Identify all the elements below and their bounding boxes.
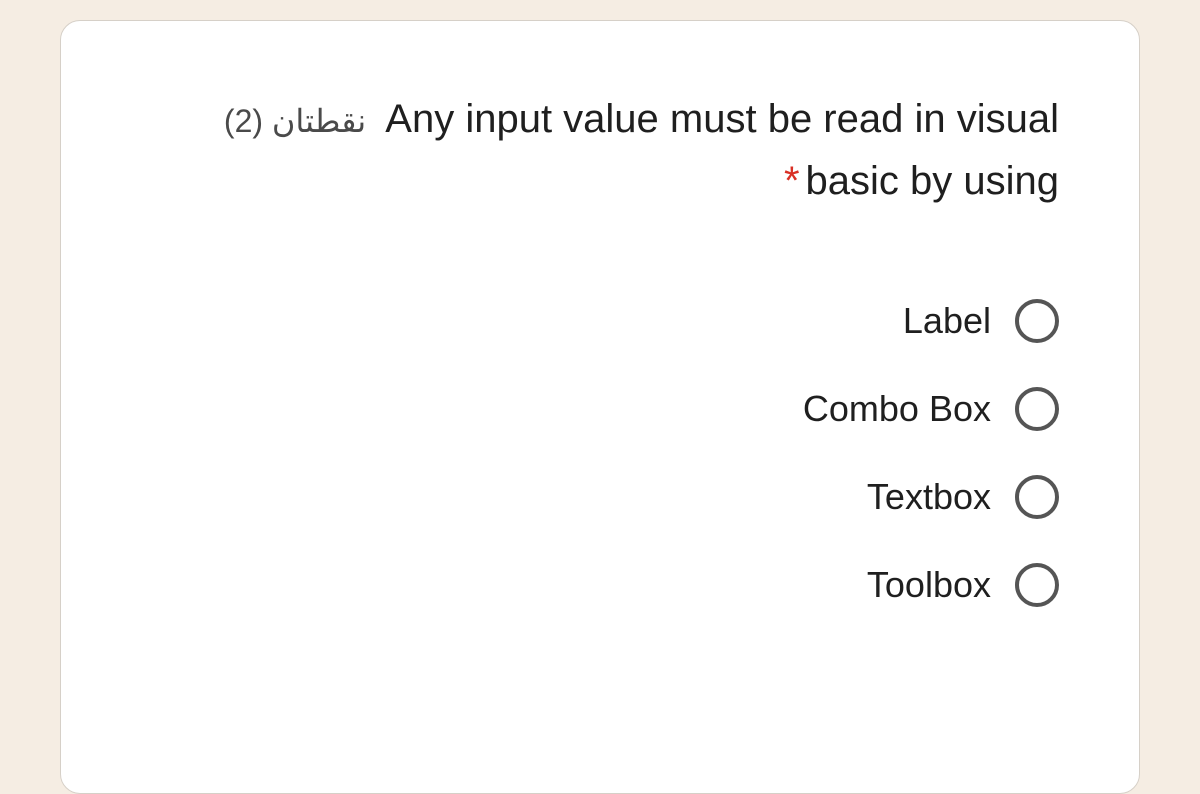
question-line-1: نقطتان (2) Any input value must be read … (141, 91, 1059, 147)
options-group: Label Combo Box Textbox Toolbox (141, 299, 1059, 607)
option-textbox[interactable]: Textbox (867, 475, 1059, 519)
radio-icon (1015, 475, 1059, 519)
radio-icon (1015, 387, 1059, 431)
question-line-2: *basic by using (141, 153, 1059, 209)
option-text: Combo Box (803, 388, 991, 430)
required-marker: * (784, 159, 800, 203)
question-text-1: Any input value must be read in visual (385, 97, 1059, 141)
option-text: Textbox (867, 476, 991, 518)
option-text: Toolbox (867, 564, 991, 606)
radio-icon (1015, 563, 1059, 607)
option-toolbox[interactable]: Toolbox (867, 563, 1059, 607)
points-badge: نقطتان (2) (224, 103, 366, 139)
option-combo-box[interactable]: Combo Box (803, 387, 1059, 431)
option-text: Label (903, 300, 991, 342)
question-text-2: basic by using (806, 159, 1059, 203)
question-block: نقطتان (2) Any input value must be read … (141, 91, 1059, 209)
question-card: نقطتان (2) Any input value must be read … (60, 20, 1140, 794)
option-label[interactable]: Label (903, 299, 1059, 343)
radio-icon (1015, 299, 1059, 343)
